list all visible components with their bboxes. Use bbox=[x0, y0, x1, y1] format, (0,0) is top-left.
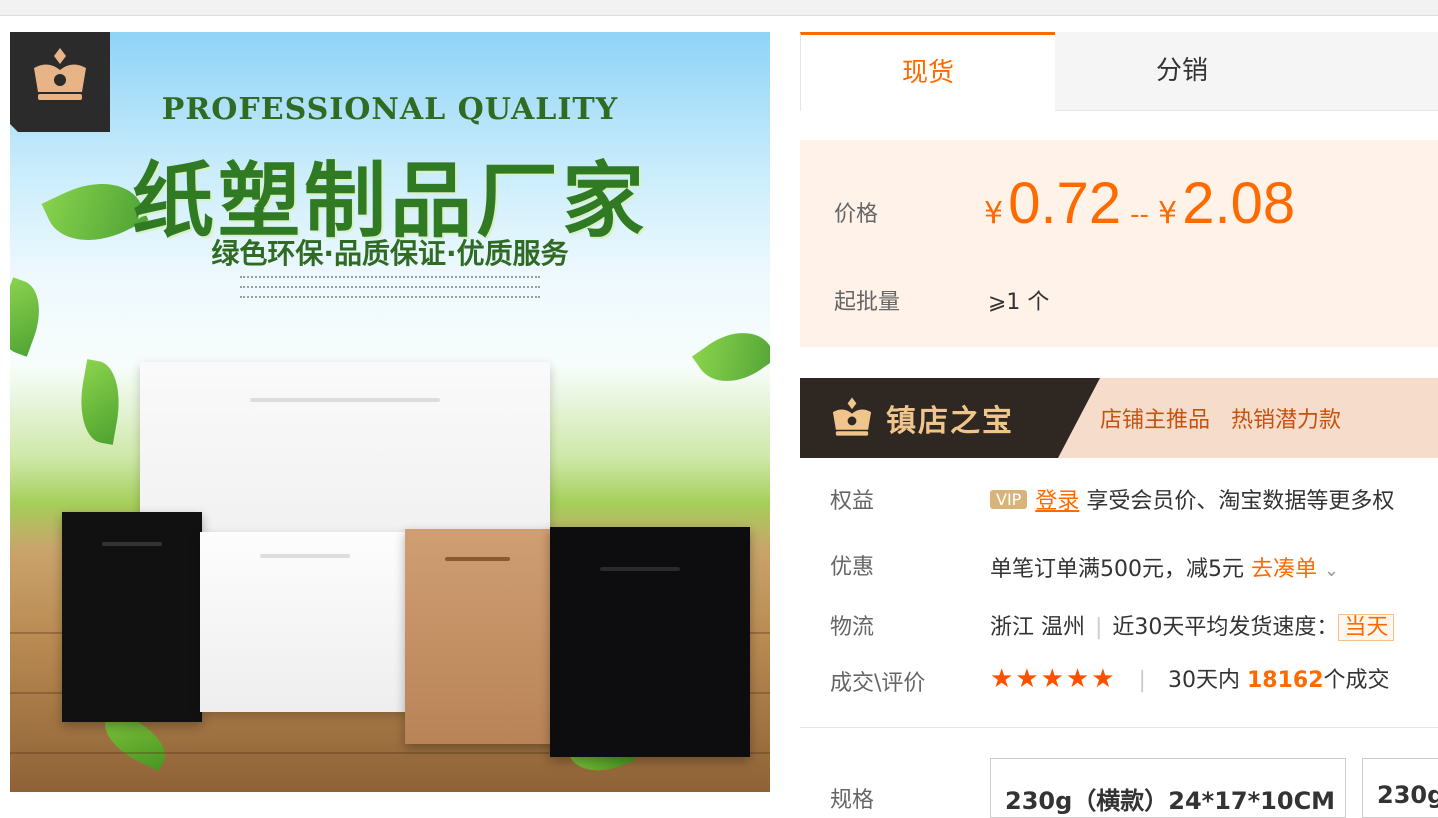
ship-speed-badge: 当天 bbox=[1338, 614, 1395, 641]
bag-handle bbox=[260, 554, 350, 558]
spec-option[interactable]: 230g bbox=[1362, 758, 1438, 818]
discount-value: 单笔订单满500元，减5元 去凑单 ⌄ bbox=[990, 551, 1339, 583]
treasure-tag: 热销潜力款 bbox=[1231, 408, 1342, 433]
crown-icon bbox=[832, 397, 872, 436]
trade-suffix: 个成交 bbox=[1323, 668, 1390, 693]
discount-label: 优惠 bbox=[830, 555, 875, 580]
section-divider bbox=[800, 727, 1438, 728]
treasure-tag: 店铺主推品 bbox=[1100, 408, 1211, 433]
benefits-text: 享受会员价、淘宝数据等更多权 bbox=[1086, 489, 1395, 514]
go-combine-order-link[interactable]: 去凑单 bbox=[1251, 557, 1317, 582]
black-bag-left bbox=[62, 512, 202, 722]
white-bag-small bbox=[200, 532, 410, 712]
currency-symbol: ¥ bbox=[984, 196, 1004, 231]
trade-label: 成交\评价 bbox=[830, 671, 926, 696]
price-low: 0.72 bbox=[1008, 171, 1122, 236]
bag-handle bbox=[600, 567, 680, 571]
tab-distribution[interactable]: 分销 bbox=[1055, 32, 1309, 110]
moq-value: ⩾1 个 bbox=[988, 290, 1050, 315]
discount-text: 单笔订单满500元，减5元 bbox=[990, 557, 1244, 582]
spec-label: 规格 bbox=[830, 788, 875, 813]
hero-fine-print bbox=[240, 276, 540, 282]
moq-label: 起批量 bbox=[834, 290, 901, 315]
browser-top-strip bbox=[0, 0, 1438, 16]
login-link[interactable]: 登录 bbox=[1035, 489, 1079, 514]
chevron-down-icon[interactable]: ⌄ bbox=[1324, 560, 1339, 581]
vip-badge: VIP bbox=[990, 490, 1028, 509]
ship-speed-label: 近30天平均发货速度： bbox=[1112, 615, 1339, 640]
price-range: ¥ 0.72 -- ¥ 2.08 bbox=[984, 170, 1295, 237]
price-high: 2.08 bbox=[1182, 171, 1296, 236]
hero-fine-print bbox=[240, 296, 540, 302]
benefits-label: 权益 bbox=[830, 489, 875, 514]
bag-handle bbox=[102, 542, 162, 546]
hero-fine-print bbox=[240, 286, 540, 292]
benefits-value: VIP 登录 享受会员价、淘宝数据等更多权 bbox=[990, 483, 1394, 515]
leaf-decoration bbox=[73, 359, 127, 445]
logistics-label: 物流 bbox=[830, 615, 875, 640]
black-bag-right bbox=[550, 527, 750, 757]
price-panel: 价格 ¥ 0.72 -- ¥ 2.08 起批量 ⩾1 个 bbox=[800, 140, 1438, 347]
hero-headline-en: PROFESSIONAL QUALITY bbox=[161, 92, 619, 127]
logistics-value: 浙江 温州 | 近30天平均发货速度： 当天 bbox=[990, 609, 1395, 641]
purchase-mode-tabs: 现货 分销 bbox=[800, 32, 1438, 111]
trade-count: 18162 bbox=[1246, 668, 1324, 693]
currency-symbol: ¥ bbox=[1158, 196, 1178, 231]
treasure-tags: 店铺主推品 热销潜力款 bbox=[1100, 402, 1341, 434]
spec-option[interactable]: 230g（横款）24*17*10CM bbox=[990, 758, 1346, 818]
bag-handle bbox=[250, 398, 440, 402]
rating-stars[interactable]: ★★★★★ bbox=[990, 664, 1117, 694]
tab-spot[interactable]: 现货 bbox=[800, 32, 1055, 111]
price-label: 价格 bbox=[834, 202, 879, 227]
store-treasure-banner: 镇店之宝 店铺主推品 热销潜力款 bbox=[800, 378, 1438, 458]
trade-prefix: 30天内 bbox=[1167, 668, 1240, 693]
origin-location: 浙江 温州 bbox=[990, 615, 1085, 640]
product-main-image[interactable]: PROFESSIONAL QUALITY 纸塑制品厂家 绿色环保·品质保证·优质… bbox=[10, 32, 770, 792]
leaf-decoration bbox=[10, 277, 51, 357]
kraft-bag bbox=[405, 529, 555, 744]
treasure-title: 镇店之宝 bbox=[886, 404, 1014, 439]
trade-value: ★★★★★ | 30天内 18162个成交 bbox=[990, 662, 1390, 694]
bag-handle bbox=[445, 557, 510, 561]
leaf-decoration bbox=[691, 316, 770, 398]
divider: | bbox=[1095, 615, 1103, 640]
divider: | bbox=[1138, 668, 1146, 693]
price-separator: -- bbox=[1130, 200, 1149, 230]
hero-subline: 绿色环保·品质保证·优质服务 bbox=[211, 237, 569, 270]
